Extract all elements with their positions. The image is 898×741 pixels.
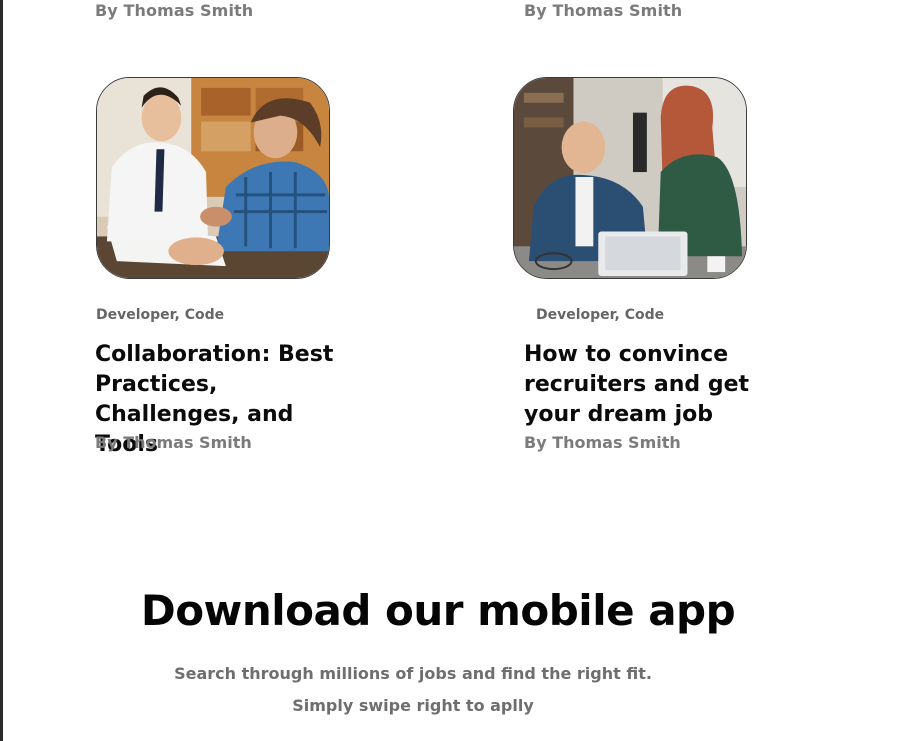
article-author: By Thomas Smith (524, 433, 681, 452)
previous-article-author: By Thomas Smith (524, 1, 683, 20)
article-thumbnail[interactable] (513, 77, 747, 279)
app-description: Search through millions of jobs and find… (174, 664, 652, 683)
article-category[interactable]: Developer, Code (536, 307, 664, 323)
article-title[interactable]: How to convince recruiters and get your … (524, 340, 774, 430)
previous-article-author: By Thomas Smith (95, 1, 254, 20)
article-author: By Thomas Smith (95, 433, 252, 452)
app-description: Simply swipe right to aplly (292, 696, 534, 715)
download-app-heading: Download our mobile app (140, 586, 736, 635)
article-thumbnail[interactable] (96, 77, 330, 279)
team-collaboration-photo (97, 78, 329, 278)
article-category[interactable]: Developer, Code (96, 307, 224, 323)
coworkers-laptop-photo (514, 78, 746, 278)
